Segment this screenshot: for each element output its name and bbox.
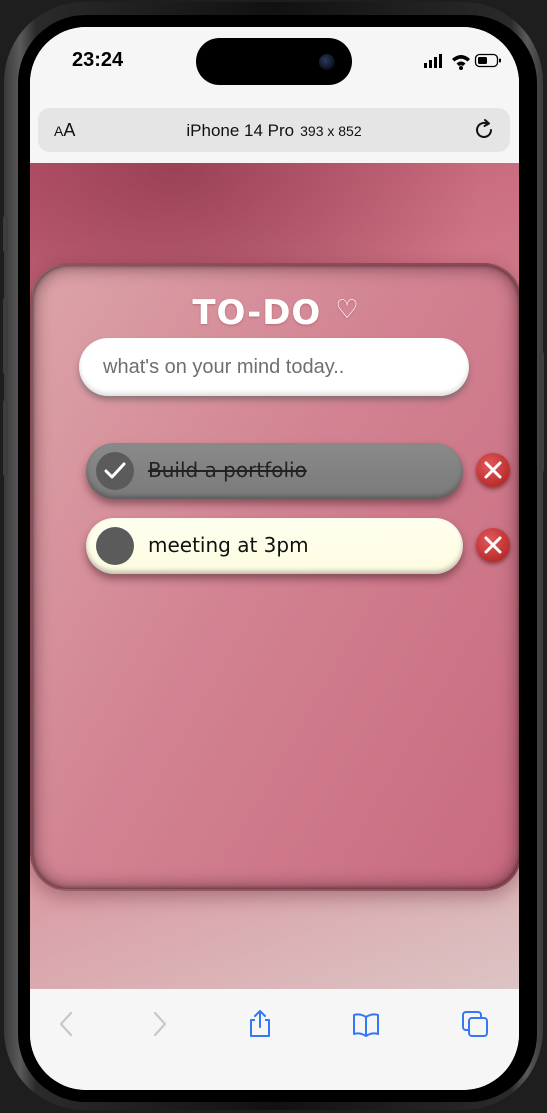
share-icon[interactable] (245, 1009, 275, 1039)
close-icon (484, 536, 502, 554)
action-button (3, 216, 8, 252)
back-icon[interactable] (52, 1009, 82, 1039)
task-label: meeting at 3pm (148, 533, 309, 557)
signal-icon (424, 54, 442, 68)
volume-up-button (3, 298, 8, 374)
battery-icon (474, 53, 501, 68)
camera-icon (319, 54, 335, 70)
close-icon (484, 461, 502, 479)
bookmarks-icon[interactable] (351, 1009, 381, 1039)
task-input[interactable] (79, 338, 469, 396)
delete-task-button[interactable] (476, 528, 510, 562)
checkmark-icon (104, 462, 126, 479)
web-content: TO-DO ♡ Build a portfolio meeting at 3pm (30, 163, 519, 989)
status-time: 23:24 (72, 49, 124, 71)
forward-icon[interactable] (144, 1009, 174, 1039)
address-bar[interactable]: AA iPhone 14 Pro 393 x 852 (38, 108, 510, 152)
task-item-completed[interactable]: Build a portfolio (86, 443, 463, 499)
device-dims: 393 x 852 (300, 123, 362, 139)
task-checkbox-unchecked[interactable] (96, 527, 134, 565)
device-name: iPhone 14 Pro (186, 121, 295, 140)
reload-icon[interactable] (472, 118, 496, 142)
delete-task-button[interactable] (476, 453, 510, 487)
app-title: TO-DO ♡ (32, 293, 519, 333)
app-title-text: TO-DO (192, 293, 322, 333)
wifi-icon (452, 55, 470, 70)
dynamic-island (196, 38, 352, 85)
status-bar: 23:24 AA iPhone 14 Pro 393 x 852 (30, 27, 519, 152)
task-checkbox-checked[interactable] (96, 452, 134, 490)
status-icons (424, 53, 501, 70)
screen: 23:24 AA iPhone 14 Pro 393 x 852 TO-DO ♡… (30, 27, 519, 1090)
task-item[interactable]: meeting at 3pm (86, 518, 463, 574)
device-label: iPhone 14 Pro 393 x 852 (38, 121, 510, 141)
task-label: Build a portfolio (148, 458, 307, 482)
volume-down-button (3, 400, 8, 476)
power-button (539, 352, 544, 472)
heart-outline-icon: ♡ (335, 295, 360, 325)
browser-toolbar (30, 989, 519, 1090)
tabs-icon[interactable] (460, 1009, 490, 1039)
todo-card: TO-DO ♡ Build a portfolio meeting at 3pm (30, 263, 519, 891)
